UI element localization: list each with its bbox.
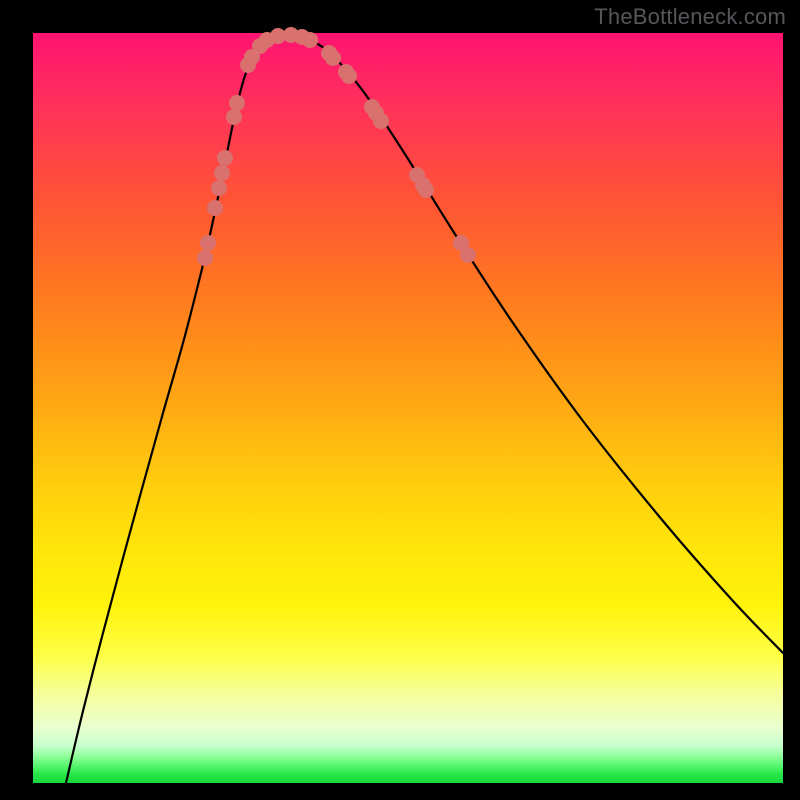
- highlight-point: [214, 165, 230, 181]
- bottleneck-curve: [66, 35, 783, 783]
- highlight-point: [211, 180, 227, 196]
- highlight-point: [418, 182, 434, 198]
- highlight-point: [373, 113, 389, 129]
- highlight-markers: [197, 27, 476, 266]
- plot-area: [33, 33, 783, 783]
- highlight-point: [226, 109, 242, 125]
- highlight-point: [229, 95, 245, 111]
- curve-layer: [33, 33, 783, 783]
- chart-frame: TheBottleneck.com: [0, 0, 800, 800]
- watermark-text: TheBottleneck.com: [594, 4, 786, 30]
- highlight-point: [200, 235, 216, 251]
- highlight-point: [197, 250, 213, 266]
- highlight-point: [341, 68, 357, 84]
- highlight-point: [207, 200, 223, 216]
- highlight-point: [460, 247, 476, 263]
- highlight-point: [302, 32, 318, 48]
- highlight-point: [217, 150, 233, 166]
- highlight-point: [325, 50, 341, 66]
